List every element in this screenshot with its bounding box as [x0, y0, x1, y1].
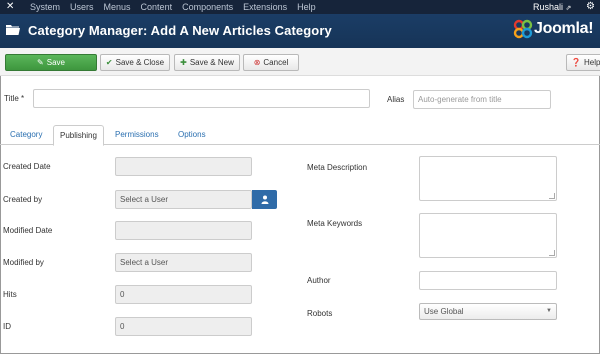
cancel-icon: ⊗: [253, 58, 261, 67]
title-input[interactable]: [33, 89, 370, 108]
cancel-button[interactable]: ⊗ Cancel: [243, 54, 299, 71]
hits-label: Hits: [3, 290, 17, 299]
menu-menus[interactable]: Menus: [104, 1, 131, 13]
question-icon: ❓: [571, 58, 581, 67]
author-label: Author: [307, 276, 331, 285]
cancel-label: Cancel: [263, 58, 289, 67]
menu-extensions[interactable]: Extensions: [243, 1, 287, 13]
title-label: Title *: [4, 94, 25, 103]
page-title: Category Manager: Add A New Articles Cat…: [28, 23, 332, 38]
robots-select[interactable]: Use Global ▼: [419, 303, 557, 320]
modified-by-label: Modified by: [3, 258, 44, 267]
help-button[interactable]: ❓ Help: [566, 54, 600, 71]
toolbar: ✎ Save ✔ Save & Close ✚ Save & New ⊗ Can…: [0, 48, 600, 76]
menu-help[interactable]: Help: [297, 1, 316, 13]
save-new-button[interactable]: ✚ Save & New: [174, 54, 240, 71]
modified-date-field: [115, 221, 252, 240]
save-close-label: Save & Close: [115, 58, 165, 67]
caret-down-icon: ▼: [546, 308, 552, 314]
plus-icon: ✚: [180, 58, 187, 67]
menu-users[interactable]: Users: [70, 1, 94, 13]
author-input[interactable]: [419, 271, 557, 290]
save-new-label: Save & New: [189, 58, 234, 67]
robots-label: Robots: [307, 309, 333, 318]
created-by-label: Created by: [3, 195, 43, 204]
user-icon: [261, 195, 268, 204]
menu-components[interactable]: Components: [182, 1, 233, 13]
meta-keywords-label: Meta Keywords: [307, 219, 363, 228]
user-name: Rushali: [533, 2, 564, 12]
joomla-icon[interactable]: ✕: [6, 2, 16, 12]
main-menu: System Users Menus Content Components Ex…: [30, 1, 326, 13]
modified-date-label: Modified Date: [3, 226, 53, 235]
top-navbar: ✕ System Users Menus Content Components …: [0, 0, 600, 14]
id-label: ID: [3, 322, 11, 331]
external-link-icon: ⇗: [565, 5, 572, 12]
help-label: Help: [583, 58, 600, 67]
tab-bar: Category Publishing Permissions Options: [0, 122, 600, 146]
alias-input[interactable]: Auto-generate from title: [413, 90, 551, 109]
gear-icon[interactable]: ⚙: [586, 1, 595, 13]
robots-value: Use Global: [424, 307, 464, 316]
tab-options[interactable]: Options: [172, 125, 212, 145]
menu-content[interactable]: Content: [141, 1, 173, 13]
save-close-button[interactable]: ✔ Save & Close: [100, 54, 170, 71]
joomla-brand: Joomla!: [513, 19, 597, 41]
check-icon: ✔: [105, 58, 113, 67]
created-date-label: Created Date: [3, 162, 51, 171]
save-label: Save: [46, 58, 65, 67]
meta-description-label: Meta Description: [307, 163, 368, 172]
alias-label: Alias: [387, 95, 405, 104]
select-user-button[interactable]: [252, 190, 277, 209]
created-date-field: [115, 157, 252, 176]
modified-by-field: Select a User: [115, 253, 252, 272]
tab-category[interactable]: Category: [4, 125, 48, 145]
meta-description-textarea[interactable]: [419, 156, 557, 201]
id-field: 0: [115, 317, 252, 336]
meta-keywords-textarea[interactable]: [419, 213, 557, 258]
folder-icon: [6, 25, 20, 35]
joomla-logo-icon: [513, 19, 533, 39]
edit-icon: ✎: [37, 58, 44, 67]
user-link[interactable]: Rushali ⇗: [533, 1, 571, 15]
brand-name: Joomla!: [534, 20, 594, 37]
resize-grip-icon[interactable]: [549, 193, 555, 199]
tab-permissions[interactable]: Permissions: [109, 125, 165, 145]
created-by-field[interactable]: Select a User: [115, 190, 252, 209]
resize-grip-icon[interactable]: [549, 250, 555, 256]
tab-publishing[interactable]: Publishing: [53, 125, 104, 146]
hits-field: 0: [115, 285, 252, 304]
page-header: Category Manager: Add A New Articles Cat…: [0, 14, 600, 48]
menu-system[interactable]: System: [30, 1, 60, 13]
save-button[interactable]: ✎ Save: [5, 54, 97, 71]
